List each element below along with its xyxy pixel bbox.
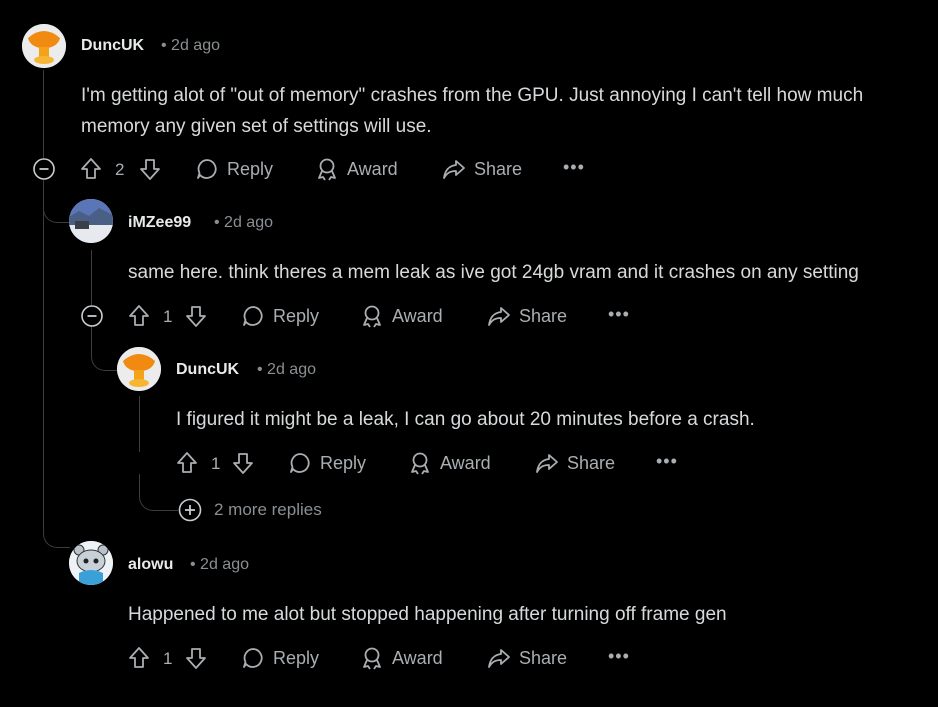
comment-username[interactable]: DuncUK	[176, 361, 239, 379]
share-arrow-icon	[488, 649, 510, 668]
more-replies-button[interactable]: 2 more replies	[178, 498, 322, 522]
arrow-up-icon	[129, 305, 149, 326]
arrow-down-icon	[186, 648, 206, 669]
upvote-button[interactable]	[80, 157, 102, 186]
vote-count: 2	[115, 160, 125, 179]
share-arrow-icon	[443, 160, 465, 179]
thread-line-root	[43, 70, 44, 158]
comment-body: I'm getting alot of "out of memory" cras…	[81, 85, 864, 137]
reply-label: Reply	[273, 305, 320, 326]
share-label: Share	[519, 305, 568, 326]
vote-count: 1	[163, 307, 173, 326]
award-ribbon-icon	[318, 158, 336, 181]
reply-button[interactable]: Reply	[195, 157, 273, 181]
award-button[interactable]: Award	[360, 304, 443, 328]
share-label: Share	[474, 158, 523, 179]
reply-label: Reply	[227, 158, 274, 179]
share-label: Share	[567, 452, 616, 473]
reply-button[interactable]: Reply	[241, 646, 319, 670]
more-options-button[interactable]: •••	[608, 646, 630, 667]
arrow-up-icon	[177, 452, 197, 473]
comment-username[interactable]: alowu	[128, 556, 173, 574]
vote-count: 1	[211, 454, 221, 473]
vote-count: 1	[163, 649, 173, 668]
landscape-photo-avatar-icon	[69, 199, 113, 243]
award-label: Award	[392, 305, 443, 326]
thread-line-child-1	[91, 250, 92, 305]
comment-body: I figured it might be a leak, I can go a…	[176, 409, 755, 430]
reply-label: Reply	[273, 647, 320, 668]
reply-button[interactable]: Reply	[241, 304, 319, 328]
collapse-thread-button[interactable]	[81, 305, 103, 327]
orange-mushroom-avatar-icon	[22, 24, 66, 68]
comment-username[interactable]: DuncUK	[81, 37, 144, 55]
comment-body: Happened to me alot but stopped happenin…	[128, 604, 727, 625]
reply-button[interactable]: Reply	[288, 451, 366, 475]
upvote-button[interactable]	[176, 451, 198, 480]
avatar[interactable]	[69, 541, 113, 585]
more-replies-label: 2 more replies	[214, 500, 322, 519]
award-button[interactable]: Award	[408, 451, 491, 475]
reply-label: Reply	[320, 452, 367, 473]
share-arrow-icon	[488, 307, 510, 326]
arrow-up-icon	[81, 158, 101, 179]
avatar[interactable]	[117, 347, 161, 391]
arrow-down-icon	[233, 453, 253, 474]
award-button[interactable]: Award	[315, 157, 398, 181]
thread-line-child-2	[139, 396, 140, 452]
upvote-button[interactable]	[128, 646, 150, 675]
share-button[interactable]: Share	[442, 157, 522, 181]
arrow-down-icon	[186, 306, 206, 327]
downvote-button[interactable]	[185, 304, 207, 333]
award-label: Award	[440, 452, 491, 473]
more-options-button[interactable]: •••	[608, 304, 630, 325]
share-button[interactable]: Share	[535, 451, 615, 475]
thread-line-branch-2	[91, 326, 118, 371]
award-ribbon-icon	[411, 452, 429, 475]
comment-body: same here. think theres a mem leak as iv…	[128, 262, 859, 283]
award-ribbon-icon	[363, 647, 381, 670]
share-arrow-icon	[536, 454, 558, 473]
comment-timestamp: • 2d ago	[161, 37, 220, 54]
speech-bubble-icon	[243, 648, 263, 668]
avatar[interactable]	[22, 24, 66, 68]
arrow-up-icon	[129, 647, 149, 668]
downvote-button[interactable]	[139, 157, 161, 186]
arrow-down-icon	[140, 159, 160, 180]
more-options-button[interactable]: •••	[656, 451, 678, 472]
award-label: Award	[392, 647, 443, 668]
comment-username[interactable]: iMZee99	[128, 214, 191, 232]
award-button[interactable]: Award	[360, 646, 443, 670]
share-label: Share	[519, 647, 568, 668]
comment-timestamp: • 2d ago	[257, 361, 316, 378]
avatar[interactable]	[69, 199, 113, 243]
collapse-thread-button[interactable]	[33, 158, 55, 180]
more-options-button[interactable]: •••	[563, 157, 585, 178]
award-ribbon-icon	[363, 305, 381, 328]
snoo-avatar-icon	[69, 541, 113, 585]
speech-bubble-icon	[290, 453, 310, 473]
plus-circle-icon	[178, 498, 202, 522]
thread-line-branch-alowu	[43, 180, 70, 548]
minus-circle-icon	[33, 158, 55, 180]
comment-timestamp: • 2d ago	[190, 556, 249, 573]
orange-mushroom-avatar-icon	[117, 347, 161, 391]
upvote-button[interactable]	[128, 304, 150, 333]
comment-timestamp: • 2d ago	[214, 214, 273, 231]
share-button[interactable]: Share	[487, 646, 567, 670]
award-label: Award	[347, 158, 398, 179]
minus-circle-icon	[81, 305, 103, 327]
share-button[interactable]: Share	[487, 304, 567, 328]
downvote-button[interactable]	[232, 451, 254, 480]
thread-line-branch-more	[139, 474, 178, 511]
speech-bubble-icon	[197, 159, 217, 179]
speech-bubble-icon	[243, 306, 263, 326]
downvote-button[interactable]	[185, 646, 207, 675]
